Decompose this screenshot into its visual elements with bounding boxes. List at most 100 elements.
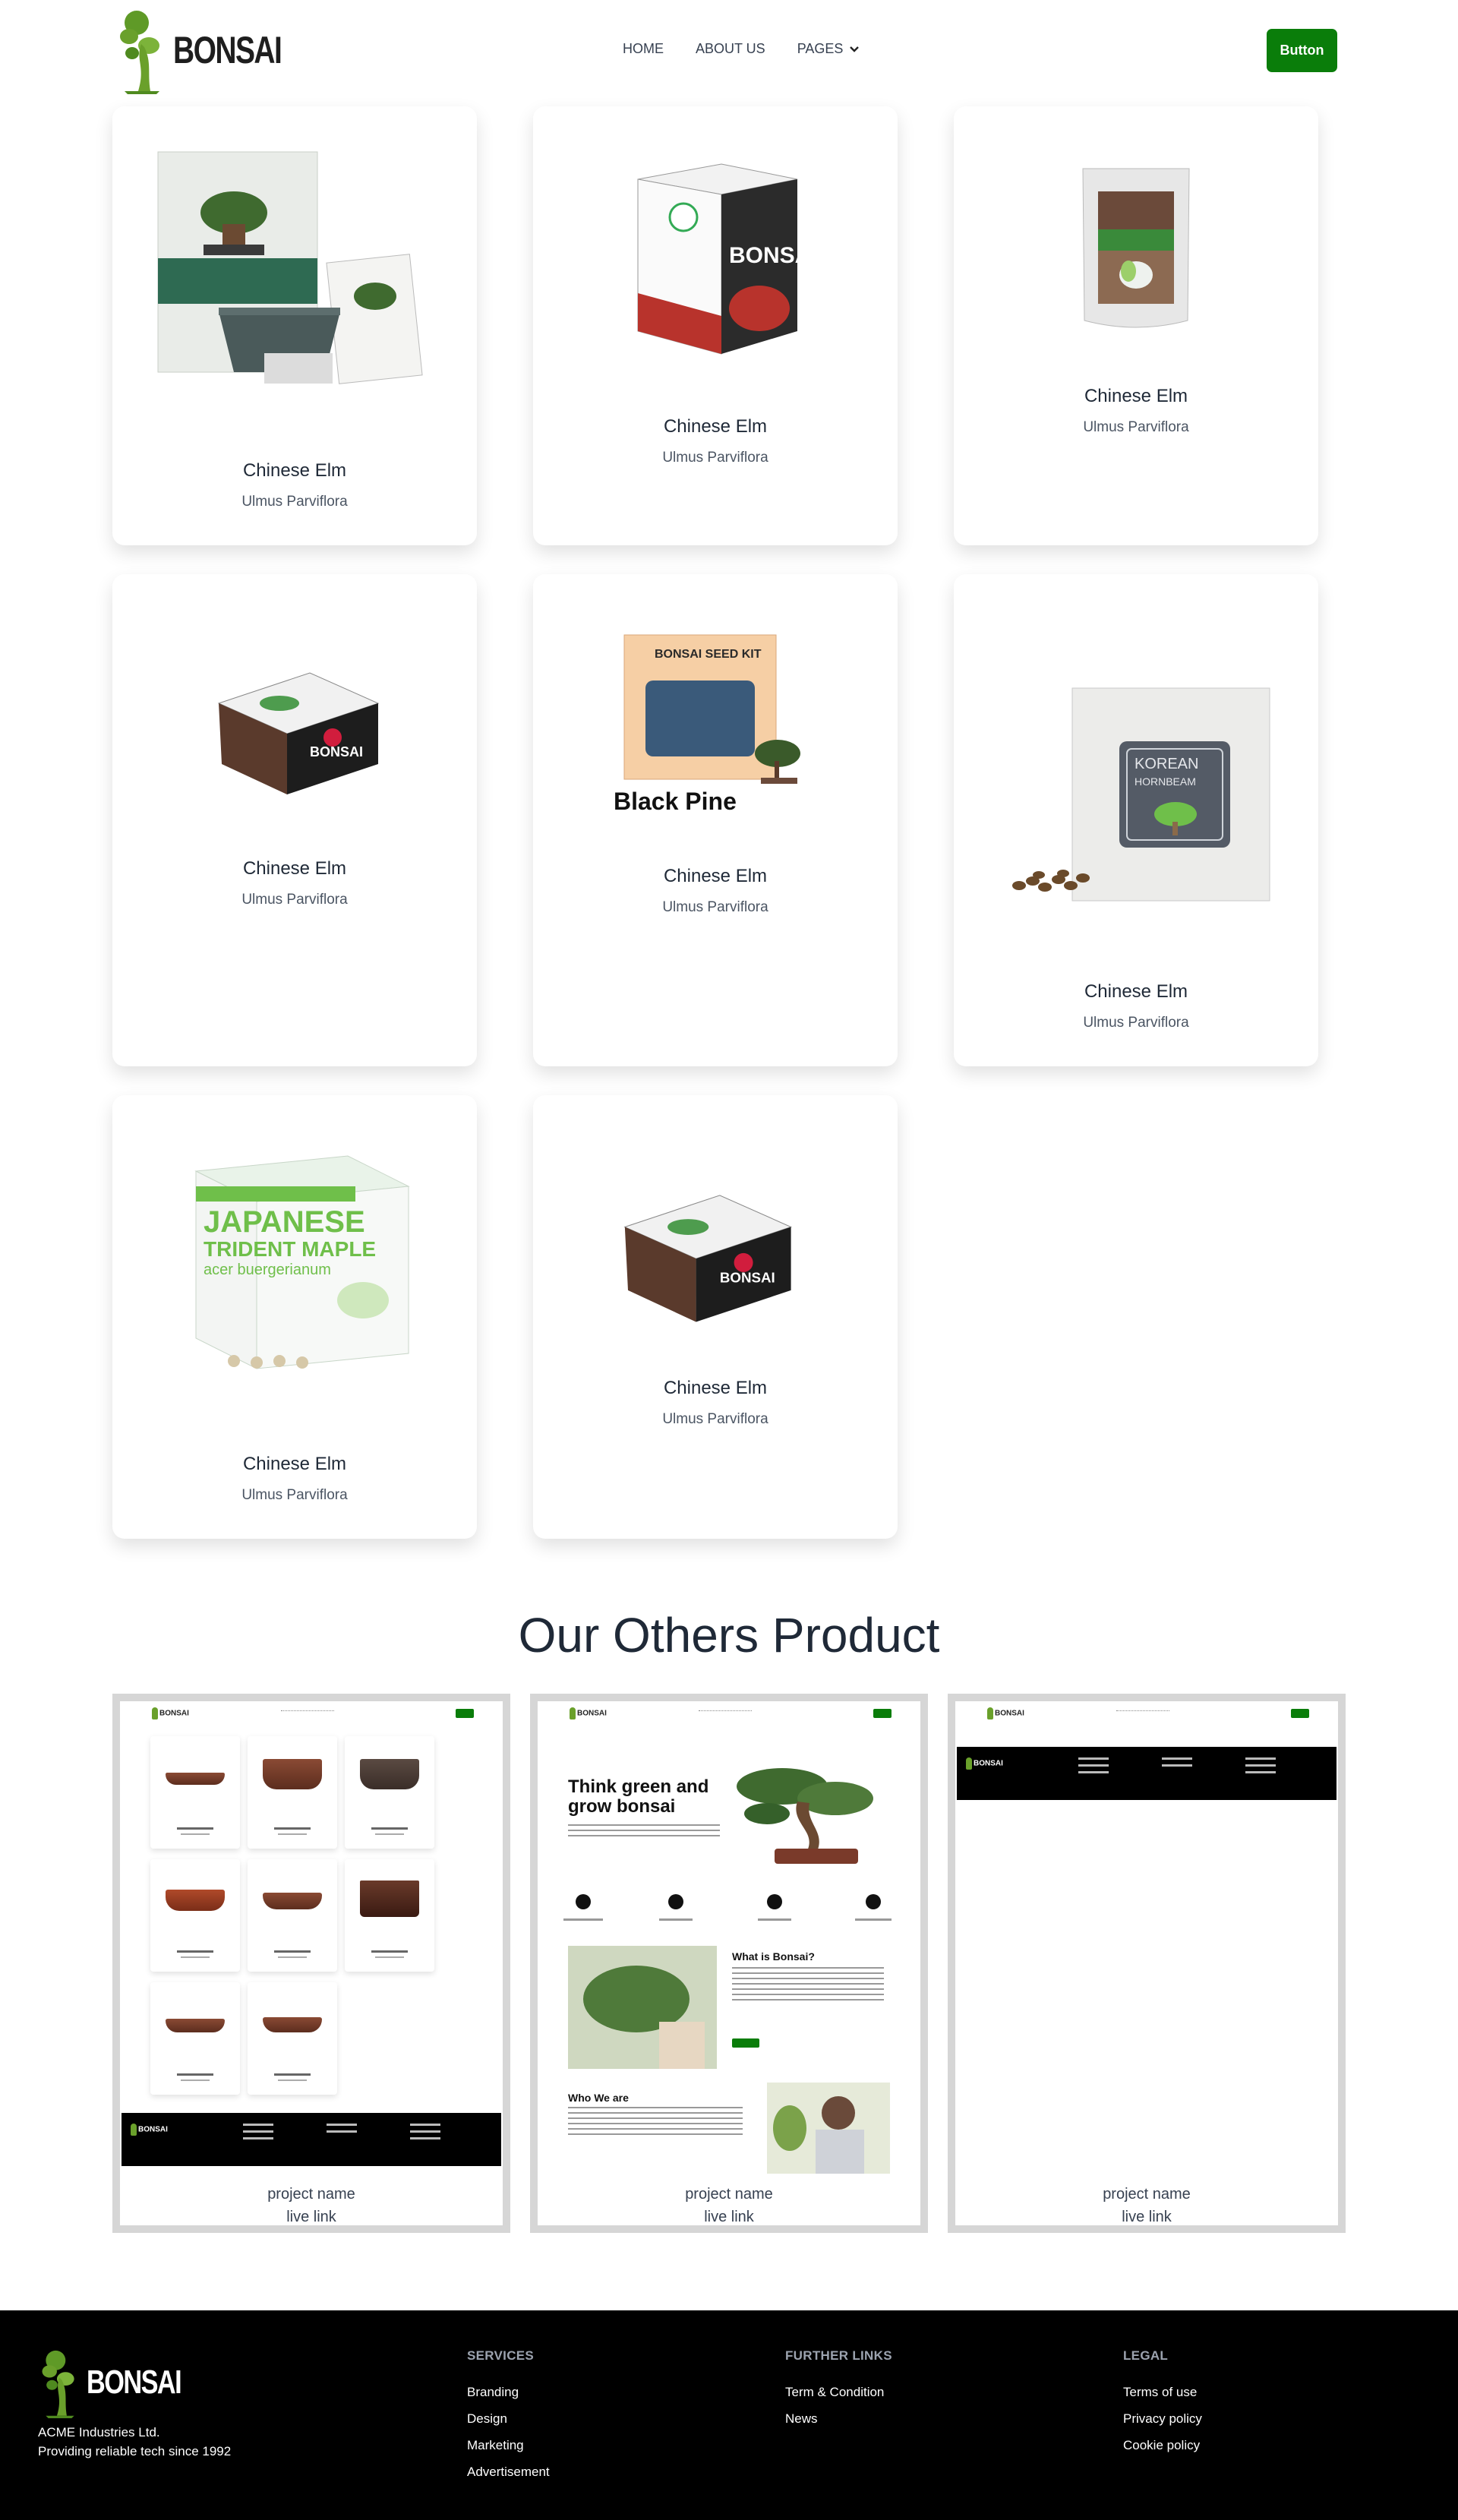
- navbar: BONSAI HOME ABOUT US PAGES Button: [0, 0, 1458, 101]
- product-subtitle: Ulmus Parviflora: [662, 899, 768, 915]
- main-menu: HOME ABOUT US PAGES: [623, 41, 860, 57]
- product-subtitle: Ulmus Parviflora: [241, 494, 348, 510]
- product-card[interactable]: BONSAI SEED KIT Black Pine Chinese Elm U…: [533, 574, 898, 1066]
- footer-col-title: FURTHER LINKS: [785, 2348, 892, 2363]
- footer-brand-name: BONSAI: [87, 2364, 182, 2401]
- footer-col-title: SERVICES: [467, 2348, 535, 2363]
- product-image: JAPANESE TRIDENT MAPLE acer buergerianum: [194, 1155, 410, 1369]
- product-image: BONSAI: [217, 672, 380, 794]
- brand-logo[interactable]: BONSAI: [118, 6, 311, 94]
- footer-link-terms-of-use[interactable]: Terms of use: [1123, 2379, 1202, 2405]
- product-card[interactable]: JAPANESE TRIDENT MAPLE acer buergerianum…: [112, 1095, 477, 1539]
- product-name: Chinese Elm: [242, 460, 347, 481]
- preview-footer: BONSAI: [122, 2113, 501, 2166]
- footer-link-privacy[interactable]: Privacy policy: [1123, 2405, 1202, 2432]
- product-image: BONSAI: [623, 1195, 793, 1322]
- menu-item-home[interactable]: HOME: [623, 41, 664, 57]
- preview-learn-button: [732, 2038, 759, 2048]
- preview-footer: BONSAI: [957, 1747, 1336, 1800]
- preview-who-image: [767, 2083, 890, 2174]
- project-preview: BONSAI Think green and grow bonsai What …: [539, 1703, 919, 2174]
- product-subtitle: Ulmus Parviflora: [662, 450, 768, 466]
- preview-about-title: What is Bonsai?: [732, 1950, 815, 1963]
- preview-hero-text: [568, 1824, 720, 1840]
- product-subtitle: Ulmus Parviflora: [1083, 419, 1189, 435]
- menu-item-about[interactable]: ABOUT US: [696, 41, 765, 57]
- project-preview: BONSAI BONSAI: [957, 1703, 1336, 2174]
- preview-menu: [699, 1710, 752, 1713]
- footer-logo[interactable]: BONSAI: [38, 2347, 207, 2418]
- footer-link-design[interactable]: Design: [467, 2405, 550, 2432]
- product-name: Chinese Elm: [242, 858, 347, 879]
- preview-card: [150, 1736, 240, 1849]
- header-button[interactable]: Button: [1267, 29, 1337, 72]
- label-line2: TRIDENT MAPLE: [204, 1237, 376, 1261]
- preview-navbar: BONSAI: [122, 1703, 501, 1726]
- preview-card: [150, 1859, 240, 1972]
- footer-link-marketing[interactable]: Marketing: [467, 2432, 550, 2458]
- product-image: BONSAI: [637, 163, 805, 355]
- label-line3: acer buergerianum: [204, 1262, 331, 1278]
- project-live-link[interactable]: live link: [955, 2209, 1338, 2226]
- product-subtitle: Ulmus Parviflora: [1083, 1015, 1189, 1031]
- product-card[interactable]: KOREAN HORNBEAM Chinese Elm Ulmus Parvif…: [954, 574, 1318, 1066]
- brand-name: BONSAI: [173, 29, 282, 71]
- site-footer: BONSAI ACME Industries Ltd. Providing re…: [0, 2310, 1458, 2520]
- product-card[interactable]: BONSAI Chinese Elm Ulmus Parviflora: [533, 106, 898, 545]
- project-preview: BONSAI BONSAI: [122, 1703, 501, 2174]
- product-card[interactable]: Chinese Elm Ulmus Parviflora: [954, 106, 1318, 545]
- footer-link-terms[interactable]: Term & Condition: [785, 2379, 892, 2405]
- preview-logo: BONSAI: [152, 1707, 189, 1719]
- footer-further-links: FURTHER LINKS Term & Condition News: [785, 2348, 892, 2432]
- product-name: Chinese Elm: [663, 1378, 768, 1398]
- preview-navbar: BONSAI: [957, 1703, 1336, 1726]
- company-info: ACME Industries Ltd. Providing reliable …: [38, 2423, 231, 2461]
- company-tagline: Providing reliable tech since 1992: [38, 2444, 232, 2458]
- preview-button: [873, 1709, 892, 1718]
- product-card[interactable]: BONSAI Chinese Elm Ulmus Parviflora: [533, 1095, 898, 1539]
- footer-link-cookie[interactable]: Cookie policy: [1123, 2432, 1202, 2458]
- menu-label: HOME: [623, 41, 664, 56]
- product-subtitle: Ulmus Parviflora: [241, 1487, 348, 1503]
- chevron-down-icon: [850, 46, 860, 52]
- svg-text:BONSAI: BONSAI: [310, 744, 363, 759]
- footer-col-title: LEGAL: [1123, 2348, 1169, 2363]
- project-name: project name: [1103, 2186, 1191, 2203]
- preview-card: [345, 1859, 434, 1972]
- project-live-link[interactable]: live link: [120, 2209, 503, 2226]
- menu-item-pages[interactable]: PAGES: [797, 41, 860, 57]
- box-label: BONSAI SEED KIT: [655, 648, 762, 661]
- product-card[interactable]: Chinese Elm Ulmus Parviflora: [112, 106, 477, 545]
- product-name: Chinese Elm: [1084, 981, 1188, 1002]
- image-caption: Black Pine: [614, 788, 737, 815]
- project-name: project name: [685, 2186, 773, 2203]
- preview-bonsai-image: [737, 1768, 873, 1864]
- preview-navbar: BONSAI: [539, 1703, 919, 1726]
- preview-button: [456, 1709, 474, 1718]
- project-live-link[interactable]: live link: [538, 2209, 920, 2226]
- bonsai-tree-logo-icon: [42, 2350, 74, 2418]
- project-card[interactable]: BONSAI BONSAI project name live link: [112, 1694, 510, 2233]
- svg-text:BONSAI: BONSAI: [729, 243, 805, 268]
- product-card[interactable]: BONSAI Chinese Elm Ulmus Parviflora: [112, 574, 477, 1066]
- product-subtitle: Ulmus Parviflora: [241, 892, 348, 908]
- preview-about-image: [568, 1946, 717, 2069]
- project-card[interactable]: BONSAI Think green and grow bonsai What …: [530, 1694, 928, 2233]
- footer-link-news[interactable]: News: [785, 2405, 892, 2432]
- label-line1: JAPANESE: [204, 1205, 365, 1239]
- preview-menu: [281, 1710, 334, 1713]
- project-name: project name: [267, 2186, 355, 2203]
- project-card[interactable]: BONSAI BONSAI project name live link: [948, 1694, 1346, 2233]
- footer-link-branding[interactable]: Branding: [467, 2379, 550, 2405]
- product-name: Chinese Elm: [242, 1454, 347, 1474]
- preview-who-title: Who We are: [568, 2092, 629, 2104]
- product-name: Chinese Elm: [663, 416, 768, 437]
- preview-logo: BONSAI: [987, 1707, 1024, 1719]
- preview-features: [563, 1894, 892, 1921]
- svg-text:BONSAI: BONSAI: [720, 1269, 775, 1285]
- preview-card: [150, 1982, 240, 2095]
- menu-label: PAGES: [797, 41, 844, 56]
- preview-hero-title: Think green and grow bonsai: [568, 1776, 709, 1817]
- product-subtitle: Ulmus Parviflora: [662, 1411, 768, 1427]
- footer-link-advertisement[interactable]: Advertisement: [467, 2458, 550, 2485]
